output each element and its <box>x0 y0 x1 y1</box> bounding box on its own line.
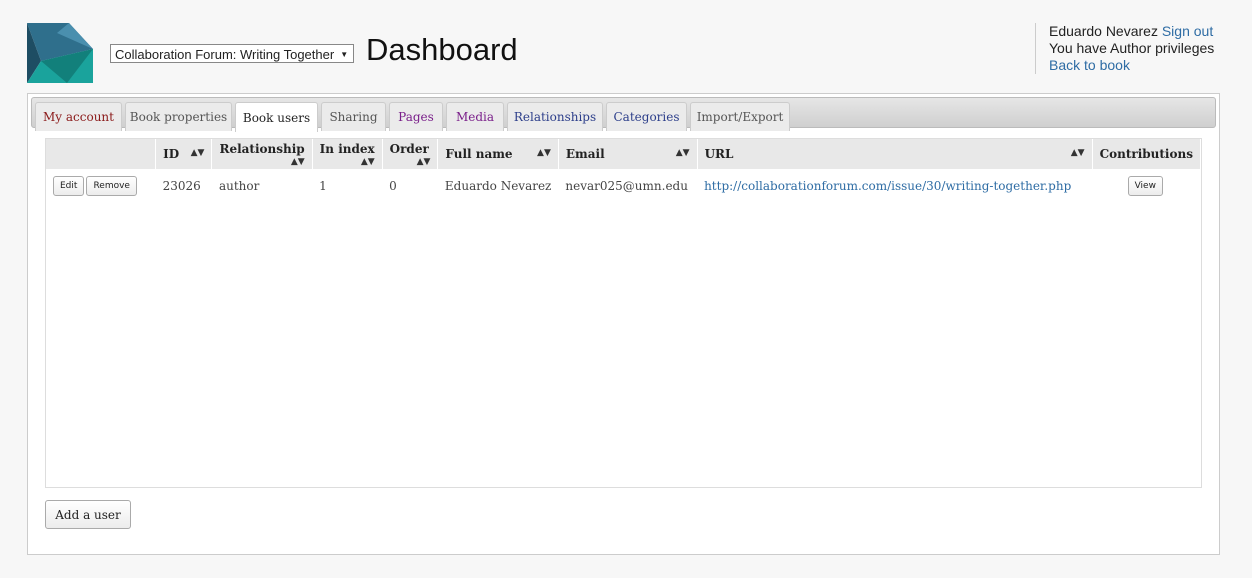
column-header-order[interactable]: Order ▲▼ <box>382 139 439 169</box>
column-header-url[interactable]: URL ▲▼ <box>697 139 1093 169</box>
tab-sharing[interactable]: Sharing <box>321 102 386 131</box>
cell-full-name: Eduardo Nevarez <box>444 179 552 193</box>
tab-bar: My account Book properties Book users Sh… <box>31 97 1216 132</box>
tab-pages[interactable]: Pages <box>389 102 443 131</box>
column-header-full-name[interactable]: Full name ▲▼ <box>437 139 559 169</box>
caret-down-icon: ▼ <box>340 49 349 59</box>
table-header-row: ID ▲▼ Relationship ▲▼ In index ▲▼ Order ▲▼ F… <box>46 139 1202 169</box>
table-row: Edit Remove 23026 author 1 0 Eduardo Neva… <box>46 169 1201 203</box>
sort-icon: ▲▼ <box>190 148 205 158</box>
column-header-contributions: Contributions <box>1092 139 1202 169</box>
url-link[interactable]: http://collaborationforum.com/issue/30/w… <box>704 179 1071 193</box>
column-header-relationship[interactable]: Relationship ▲▼ <box>211 139 313 169</box>
user-name: Eduardo Nevarez <box>1049 23 1158 39</box>
tab-import-export[interactable]: Import/Export <box>690 102 790 131</box>
sort-icon: ▲▼ <box>1070 148 1085 158</box>
tab-categories[interactable]: Categories <box>606 102 687 131</box>
tab-my-account[interactable]: My account <box>35 102 122 131</box>
users-table: ID ▲▼ Relationship ▲▼ In index ▲▼ Order ▲▼ F… <box>46 139 1202 203</box>
add-user-button[interactable]: Add a user <box>45 500 131 529</box>
sort-icon: ▲▼ <box>675 148 690 158</box>
remove-button[interactable]: Remove <box>86 176 137 196</box>
cell-url: http://collaborationforum.com/issue/30/w… <box>697 169 1092 203</box>
dashboard-panel: My account Book properties Book users Sh… <box>27 93 1220 555</box>
column-header-actions <box>46 139 157 169</box>
user-box: Eduardo Nevarez Sign out You have Author… <box>1035 23 1214 74</box>
logo <box>27 23 93 83</box>
tab-book-properties[interactable]: Book properties <box>125 102 232 131</box>
sort-icon: ▲▼ <box>537 148 551 158</box>
cell-id: 23026 <box>162 179 201 193</box>
sort-icon: ▲▼ <box>290 156 305 167</box>
cell-in-index: 1 <box>319 179 327 193</box>
back-to-book-link[interactable]: Back to book <box>1049 57 1130 73</box>
edit-button[interactable]: Edit <box>53 176 85 196</box>
sign-out-link[interactable]: Sign out <box>1162 23 1213 39</box>
cell-contributions: View <box>1092 169 1200 203</box>
row-actions-cell: Edit Remove <box>46 169 156 203</box>
cell-relationship: author <box>218 179 260 193</box>
column-header-in-index[interactable]: In index ▲▼ <box>312 139 383 169</box>
page-title: Dashboard <box>366 32 518 67</box>
cell-order: 0 <box>389 179 397 193</box>
tab-media[interactable]: Media <box>446 102 504 131</box>
sort-icon: ▲▼ <box>416 156 431 167</box>
privileges-text: You have Author privileges <box>1049 40 1215 56</box>
column-header-id[interactable]: ID ▲▼ <box>155 139 213 169</box>
book-select[interactable]: Collaboration Forum: Writing Together ▼ <box>110 44 355 63</box>
view-button[interactable]: View <box>1127 176 1163 196</box>
column-header-email[interactable]: Email ▲▼ <box>558 139 698 169</box>
sort-icon: ▲▼ <box>360 156 375 167</box>
book-select-value: Collaboration Forum: Writing Together <box>115 46 335 62</box>
tab-relationships[interactable]: Relationships <box>507 102 603 131</box>
tab-book-users[interactable]: Book users <box>235 102 318 132</box>
users-table-container: ID ▲▼ Relationship ▲▼ In index ▲▼ Order ▲▼ F… <box>45 138 1202 488</box>
cell-email: nevar025@umn.edu <box>565 179 688 193</box>
